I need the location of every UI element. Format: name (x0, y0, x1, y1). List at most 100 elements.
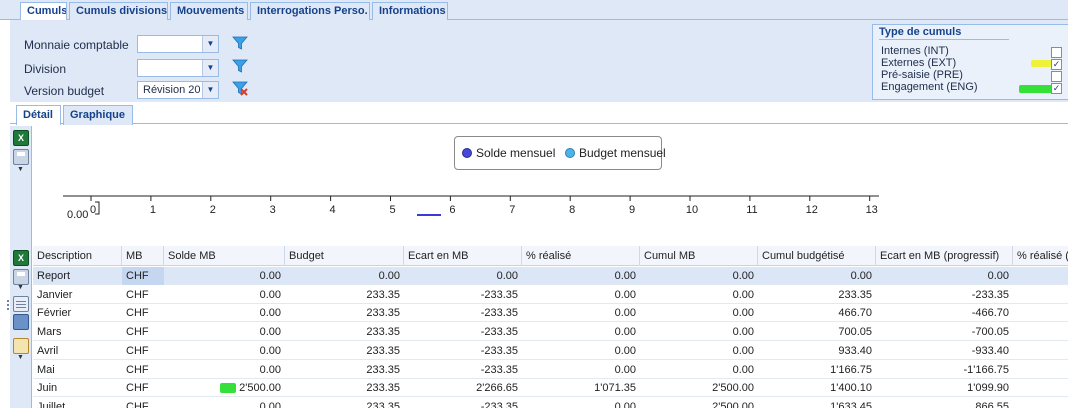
table-cell: 2'500.00 (712, 400, 754, 408)
table-row[interactable]: Février CHF 0.00 233.35 -233.35 0.00 0.00 466.7… (33, 304, 1068, 323)
clear-filter-icon[interactable] (232, 80, 248, 96)
table-cell: CHF (126, 344, 149, 357)
table-row[interactable]: Janvier CHF 0.00 233.35 -233.35 0.00 0.00 233.3… (33, 286, 1068, 304)
chevron-down-icon[interactable]: ▼ (202, 60, 218, 76)
chevron-down-icon[interactable]: ▼ (17, 166, 24, 173)
column-header[interactable]: Budget (285, 246, 404, 266)
division-select[interactable]: ▼ (137, 59, 219, 77)
calendar-icon[interactable] (13, 338, 29, 354)
externes-checkbox[interactable]: ✓ (1051, 59, 1062, 70)
table-cell: 0.00 (614, 363, 636, 376)
table-cell: CHF (126, 382, 149, 395)
table-cell: Février (37, 307, 72, 320)
version-budget-value: Révision 20 (143, 84, 201, 96)
x-tick-label: 5 (389, 204, 395, 216)
engagement-checkbox[interactable]: ✓ (1051, 83, 1062, 94)
table-cell: 0.00 (614, 400, 636, 408)
tab-interrogations-perso[interactable]: Interrogations Perso. (250, 2, 370, 20)
table-cell: 1'071.35 (594, 382, 636, 395)
presaisie-checkbox[interactable] (1051, 71, 1062, 82)
table-cell: 233.35 (366, 288, 400, 301)
table-cell: CHF (126, 288, 149, 301)
tab-cumuls[interactable]: Cumuls (20, 2, 67, 21)
table-cell: 0.00 (732, 344, 754, 357)
x-tick-label: 11 (746, 204, 757, 216)
table-cell: -233.35 (480, 363, 518, 376)
splitter-handle[interactable] (7, 300, 10, 314)
internes-checkbox[interactable] (1051, 47, 1062, 58)
chart-toolbar: X ▼ (10, 126, 32, 246)
table-cell: 0.00 (259, 307, 281, 320)
table-cell: Janvier (37, 288, 73, 301)
column-header[interactable]: Ecart en MB (progressif) (876, 246, 1013, 266)
type-presaisie-label: Pré-saisie (PRE) (881, 69, 963, 81)
type-internes-label: Internes (INT) (881, 45, 949, 57)
sub-tab-bar: Détail Graphique (10, 104, 1068, 125)
print-icon[interactable] (13, 314, 29, 330)
x-tick-label: 7 (509, 204, 515, 216)
chevron-down-icon[interactable]: ▼ (202, 82, 218, 98)
tab-informations[interactable]: Informations (372, 2, 448, 20)
table-cell: -233.35 (480, 400, 518, 408)
table-cell: 0.00 (732, 326, 754, 339)
type-cumuls-title: Type de cumuls (879, 26, 962, 38)
version-budget-select[interactable]: Révision 20 ▼ (137, 81, 219, 99)
tab-mouvements[interactable]: Mouvements (170, 2, 248, 20)
data-grid: Description MB Solde MB Budget Ecart en MB% … (33, 246, 1068, 408)
chevron-down-icon[interactable]: ▼ (202, 36, 218, 52)
tab-graphique[interactable]: Graphique (63, 105, 133, 125)
table-row[interactable]: Avril CHF 0.00 233.35 -233.35 0.00 0.00 933.40 -… (33, 342, 1068, 360)
table-row[interactable]: Juillet CHF 0.00 233.35 -233.35 0.00 2'500.00 1… (33, 398, 1068, 408)
table-cell: 233.35 (366, 400, 400, 408)
table-cell: 466.70 (838, 307, 872, 320)
y-tick-label: 0.00 (67, 209, 88, 221)
table-cell: 233.35 (366, 363, 400, 376)
table-row[interactable]: Mai CHF 0.00 233.35 -233.35 0.00 0.00 1'166.75 -… (33, 361, 1068, 379)
column-header[interactable]: Description (33, 246, 122, 266)
excel-export-icon[interactable]: X (13, 130, 29, 146)
table-cell: 0.00 (614, 326, 636, 339)
column-header[interactable]: Cumul budgétisé (758, 246, 876, 266)
filter-icon[interactable] (232, 58, 248, 74)
x-tick-label: 13 (866, 204, 878, 216)
table-cell: -233.35 (480, 307, 518, 320)
table-cell: 1'400.10 (830, 382, 872, 395)
division-label: Division (24, 62, 67, 76)
column-header[interactable]: Solde MB (164, 246, 285, 266)
x-tick-label: 4 (330, 204, 336, 216)
x-tick-label: 2 (210, 204, 216, 216)
table-cell: -933.40 (971, 344, 1009, 357)
table-cell: 233.35 (838, 288, 872, 301)
column-header[interactable]: % réalisé (p (1013, 246, 1068, 266)
column-header[interactable]: MB (122, 246, 164, 266)
table-cell: 933.40 (838, 344, 872, 357)
table-cell: 0.00 (259, 270, 281, 282)
tab-cumuls-divisions[interactable]: Cumuls divisions (69, 2, 168, 20)
table-row[interactable]: Mars CHF 0.00 233.35 -233.35 0.00 0.00 700.05 -7… (33, 323, 1068, 342)
chevron-down-icon[interactable]: ▼ (17, 284, 24, 291)
table-cell: 0.00 (732, 363, 754, 376)
chevron-down-icon[interactable]: ▼ (17, 354, 24, 361)
chart-area: Solde mensuel Budget mensuel 01234567891… (33, 126, 1068, 246)
column-header[interactable]: Cumul MB (640, 246, 758, 266)
table-cell: -233.35 (480, 344, 518, 357)
grid-header: Description MB Solde MB Budget Ecart en MB% … (33, 246, 1068, 266)
save-icon[interactable] (13, 269, 29, 285)
column-header[interactable]: Ecart en MB (404, 246, 522, 266)
save-icon[interactable] (13, 149, 29, 165)
table-cell: 0.00 (850, 270, 872, 282)
tab-detail[interactable]: Détail (16, 105, 61, 125)
excel-export-icon[interactable]: X (13, 250, 29, 266)
grid-toolbar: X ▼ ▼ (10, 246, 32, 408)
table-cell: 0.00 (259, 344, 281, 357)
table-row[interactable]: Juin CHF 2'500.00 233.35 2'266.65 1'071.35 2'5… (33, 379, 1068, 398)
table-cell: -466.70 (971, 307, 1009, 320)
table-row[interactable]: Report CHF 0.00 0.00 0.00 0.00 0.00 0.00 0.00 (33, 267, 1068, 285)
column-header[interactable]: % réalisé (522, 246, 640, 266)
columns-icon[interactable] (13, 296, 29, 312)
monnaie-select[interactable]: ▼ (137, 35, 219, 53)
x-tick-label: 10 (686, 204, 698, 216)
filter-icon[interactable] (232, 35, 248, 51)
table-cell: 233.35 (366, 326, 400, 339)
table-cell: 0.00 (614, 270, 636, 282)
